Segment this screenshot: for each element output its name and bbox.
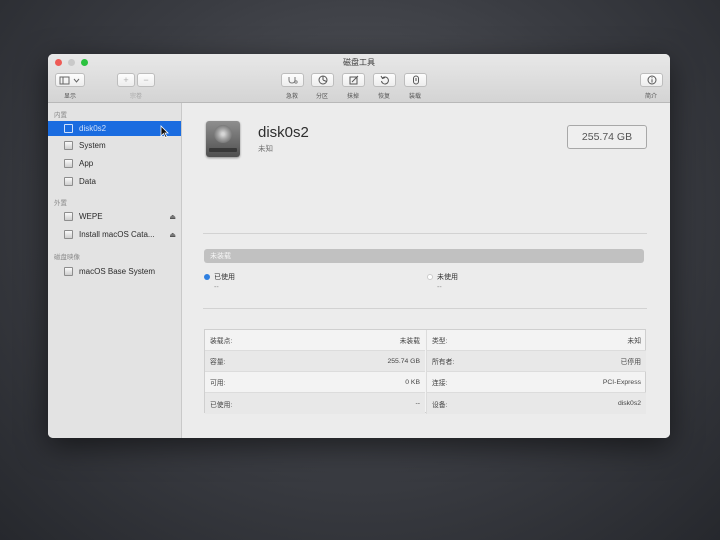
info-row-capacity: 容量: 255.74 GB [205, 351, 425, 372]
sidebar-item-data[interactable]: Data [48, 174, 181, 189]
section-internal: 内置 [54, 112, 67, 119]
restore-arrow-icon [380, 75, 389, 85]
info-button[interactable] [640, 73, 663, 87]
disk-utility-window: 磁盘工具 显示 + − 宗卷 急救 分区 抹掉 恢复 装载 简介 内置 disk… [48, 54, 670, 438]
sidebar-item-wepe[interactable]: WEPE ⏏ [48, 209, 181, 224]
divider [203, 308, 647, 309]
view-label: 显示 [63, 94, 76, 100]
capacity-box: 255.74 GB [567, 125, 647, 149]
info-row-connection: 连接: PCI-Express [426, 372, 646, 393]
disk-icon [64, 141, 73, 150]
sidebar-item-app[interactable]: App [48, 156, 181, 171]
restore-label: 恢复 [377, 94, 390, 100]
info-row-used: 已使用: -- [205, 393, 425, 414]
detail-pane: disk0s2 未知 255.74 GB 未装载 已使用 -- 未使用 -- 装… [182, 103, 670, 438]
info-row-mount-point: 装载点: 未装载 [205, 330, 425, 351]
partition-label: 分区 [315, 94, 328, 100]
disk-icon [64, 159, 73, 168]
free-value: -- [437, 284, 442, 291]
sidebar: 内置 disk0s2 System App Data 外置 WEPE ⏏ Ins… [48, 103, 182, 438]
hard-disk-icon [206, 121, 240, 157]
info-row-owners: 所有者: 已停用 [426, 351, 646, 372]
view-button[interactable] [55, 73, 85, 87]
mouse-cursor-icon [160, 125, 169, 138]
plus-icon: + [123, 75, 129, 85]
sidebar-item-install-macos[interactable]: Install macOS Cata... ⏏ [48, 227, 181, 242]
used-value: -- [214, 284, 219, 291]
pie-chart-icon [318, 75, 327, 85]
sidebar-item-system[interactable]: System [48, 138, 181, 153]
used-dot [204, 274, 210, 280]
toolbar: 磁盘工具 显示 + − 宗卷 急救 分区 抹掉 恢复 装载 简介 [48, 54, 670, 103]
eject-icon[interactable]: ⏏ [169, 231, 176, 239]
disk-icon [64, 267, 73, 276]
add-volume-button[interactable]: + [117, 73, 135, 87]
first-aid-label: 急救 [285, 94, 298, 100]
eject-icon[interactable]: ⏏ [169, 213, 176, 221]
sidebar-toggle-icon [59, 76, 80, 84]
first-aid-button[interactable] [281, 73, 304, 87]
mount-label: 装载 [408, 94, 421, 100]
volume-label: 宗卷 [129, 94, 142, 100]
usage-bar: 未装载 [204, 249, 644, 263]
mount-icon [412, 75, 419, 85]
divider [203, 233, 647, 234]
erase-icon [349, 75, 358, 85]
mount-button[interactable] [404, 73, 427, 87]
section-disk-images: 磁盘映像 [54, 254, 80, 261]
info-label: 简介 [644, 94, 657, 100]
erase-button[interactable] [342, 73, 365, 87]
info-icon [647, 75, 656, 85]
section-external: 外置 [54, 200, 67, 207]
disk-icon [64, 212, 73, 221]
stethoscope-icon [288, 76, 298, 84]
info-table: 装载点: 未装载 类型: 未知 容量: 255.74 GB 所有者: 已停用 可用: 0 … [204, 329, 646, 414]
free-legend: 未使用 [427, 272, 458, 282]
info-row-available: 可用: 0 KB [205, 372, 425, 393]
minus-icon: − [143, 75, 149, 85]
remove-volume-button[interactable]: − [137, 73, 155, 87]
free-dot [427, 274, 433, 280]
info-row-device: 设备: disk0s2 [426, 393, 646, 414]
disk-icon [64, 230, 73, 239]
window-title: 磁盘工具 [343, 58, 375, 67]
disk-name: disk0s2 [258, 124, 309, 141]
restore-button[interactable] [373, 73, 396, 87]
erase-label: 抹掉 [346, 94, 359, 100]
sidebar-item-macos-base-system[interactable]: macOS Base System [48, 264, 181, 279]
disk-icon [64, 177, 73, 186]
disk-subtitle: 未知 [258, 144, 273, 153]
info-row-type: 类型: 未知 [426, 330, 646, 351]
disk-icon [64, 124, 73, 133]
used-legend: 已使用 [204, 272, 235, 282]
partition-button[interactable] [311, 73, 334, 87]
